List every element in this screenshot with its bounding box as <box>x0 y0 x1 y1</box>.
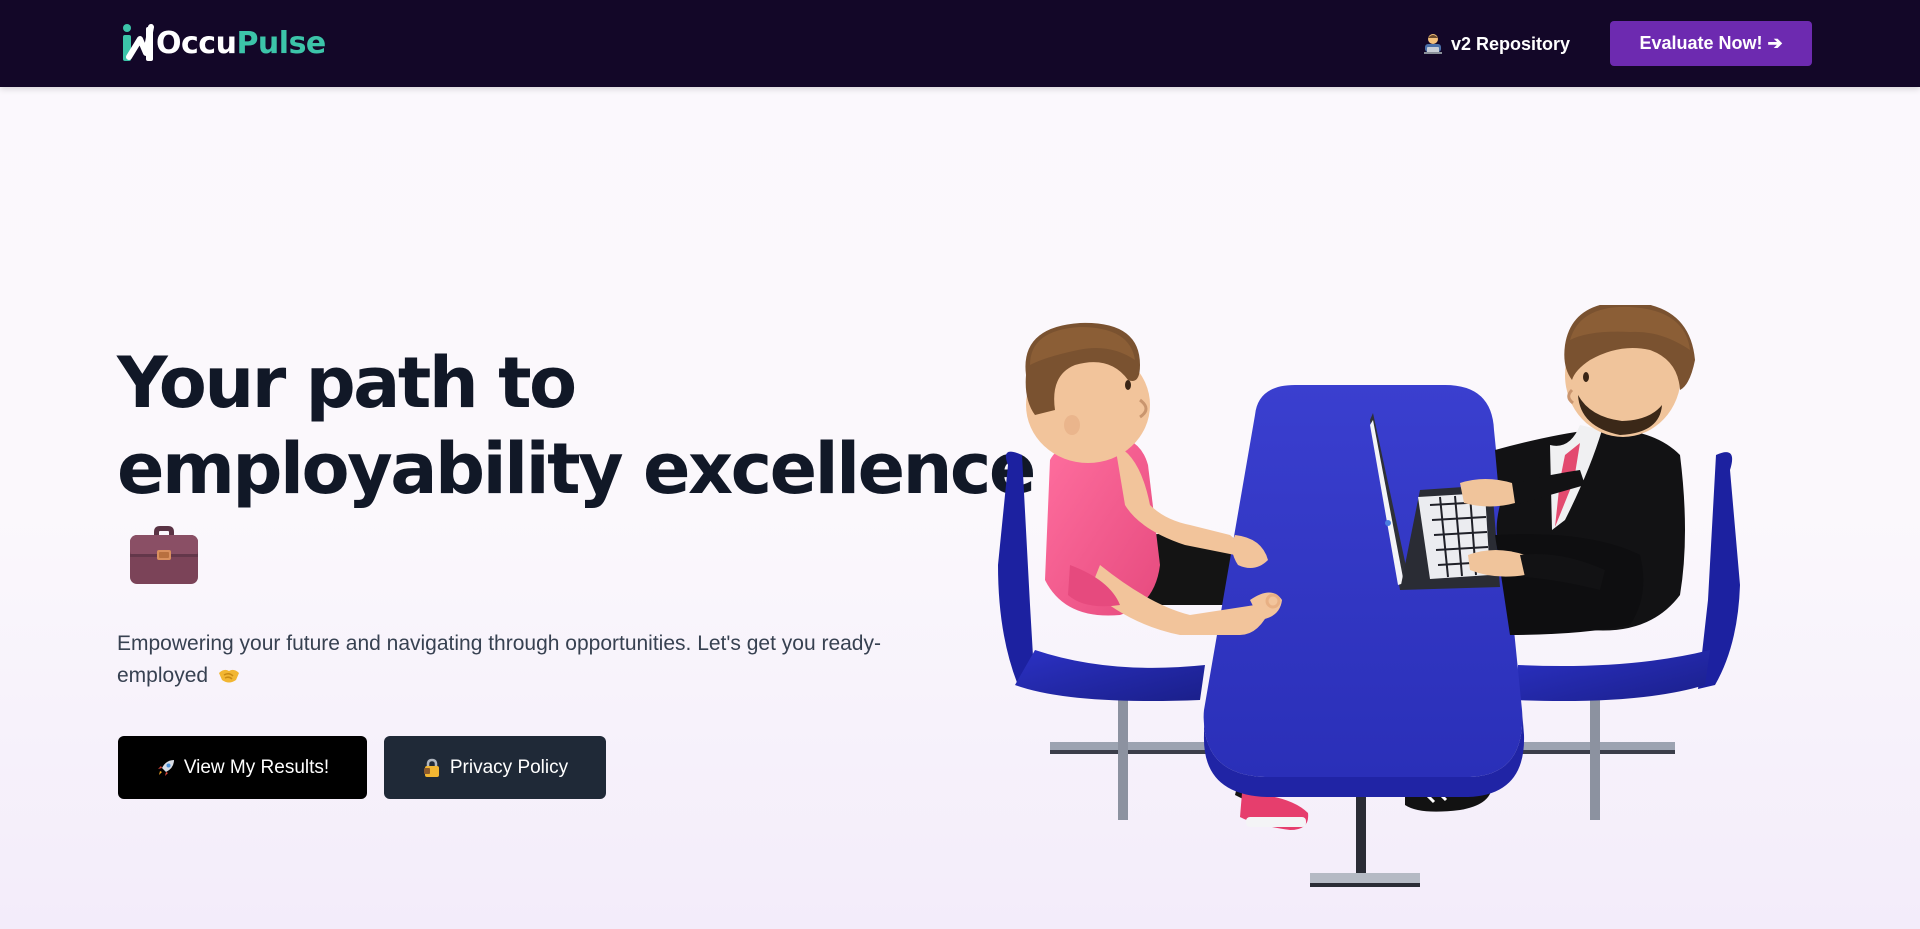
occupulse-logo-icon <box>123 24 154 61</box>
hero-title: Your path to employability excellence <box>117 340 1036 512</box>
hero-subtitle-line1: Empowering your future and navigating th… <box>117 632 881 655</box>
rocket-emoji-icon <box>157 759 174 776</box>
technologist-emoji-icon <box>1424 34 1442 54</box>
evaluate-now-button[interactable]: Evaluate Now! ➔ <box>1610 21 1812 66</box>
briefcase-emoji-icon <box>130 526 198 584</box>
interview-meeting-illustration <box>998 305 1740 887</box>
privacy-policy-label: Privacy Policy <box>449 756 569 778</box>
lock-emoji-icon <box>423 758 439 777</box>
hero-subtitle-line2: employed <box>117 664 209 687</box>
repository-link[interactable]: v2 Repository <box>1423 30 1570 58</box>
view-results-label: View My Results! <box>183 756 330 778</box>
view-results-button[interactable]: View My Results! <box>118 736 367 799</box>
hero-title-line1: Your path to <box>117 342 577 424</box>
handshake-emoji-icon <box>218 669 239 683</box>
logo-text-occu: Occu <box>156 25 237 61</box>
privacy-policy-button[interactable]: Privacy Policy <box>384 736 606 799</box>
logo-text-pulse: Pulse <box>236 25 326 61</box>
hero-subtitle: Empowering your future and navigating th… <box>117 628 937 692</box>
logo-link[interactable]: OccuPulse <box>120 22 326 64</box>
logo-text: OccuPulse <box>156 26 326 61</box>
hero-title-line2: employability excellence <box>117 428 1036 510</box>
navbar: OccuPulse v2 Repository Evaluate Now! ➔ <box>0 0 1920 87</box>
repository-link-label: v2 Repository <box>1451 33 1571 54</box>
hero-subtitle-line2-wrap: employed <box>117 660 937 692</box>
